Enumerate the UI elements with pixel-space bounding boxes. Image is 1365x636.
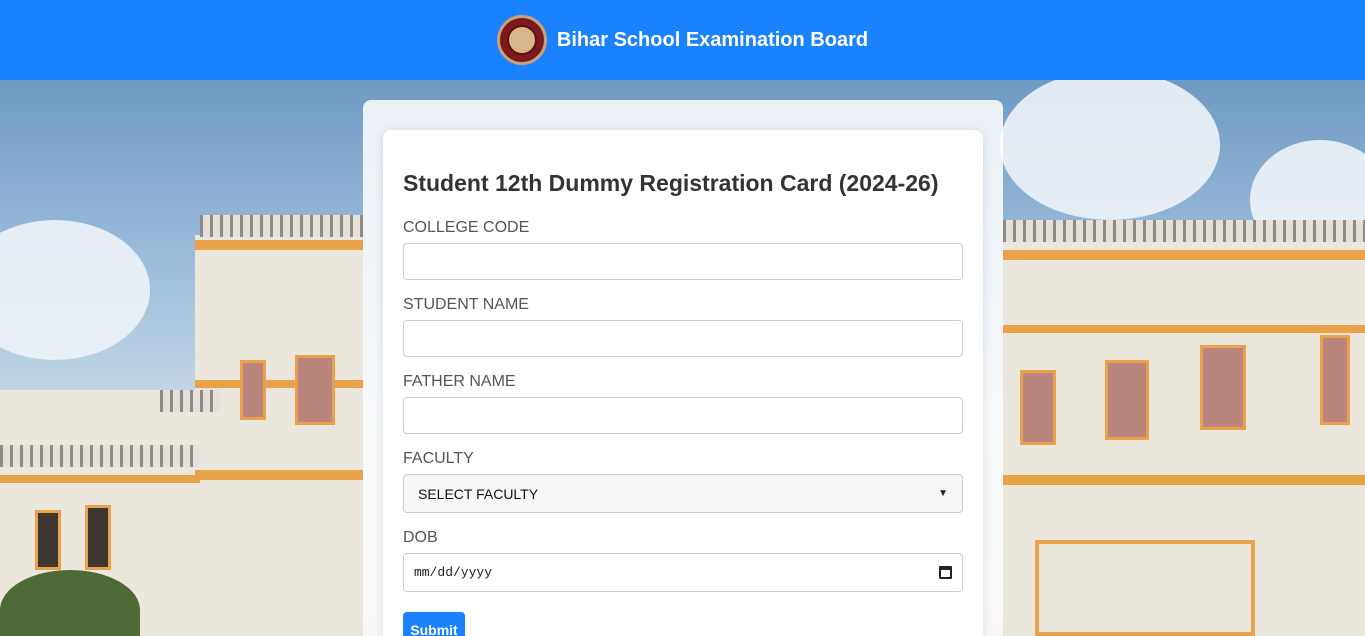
site-title: Bihar School Examination Board	[556, 28, 869, 51]
dob-input[interactable]: mm/dd/yyyy	[403, 553, 963, 592]
faculty-label: FACULTY	[403, 450, 474, 467]
faculty-selected-value: SELECT FACULTY	[418, 485, 539, 502]
form-panel: Student 12th Dummy Registration Card (20…	[363, 100, 1003, 636]
student-name-label: STUDENT NAME	[403, 296, 529, 313]
student-name-input[interactable]	[403, 320, 963, 357]
dob-placeholder: mm/dd/yyyy	[414, 565, 493, 580]
site-header: Bihar School Examination Board	[0, 0, 1365, 80]
dob-label: DOB	[403, 529, 438, 546]
chevron-down-icon: ▼	[938, 488, 948, 499]
father-name-label: FATHER NAME	[403, 373, 516, 390]
registration-card: Student 12th Dummy Registration Card (20…	[383, 130, 983, 636]
calendar-icon[interactable]	[939, 566, 952, 579]
college-code-input[interactable]	[403, 243, 963, 280]
bseb-emblem-icon	[496, 15, 547, 65]
submit-button[interactable]: Submit	[403, 612, 465, 636]
form-title: Student 12th Dummy Registration Card (20…	[403, 170, 939, 196]
college-code-label: COLLEGE CODE	[403, 219, 530, 236]
faculty-select[interactable]: SELECT FACULTY ▼	[403, 474, 963, 513]
father-name-input[interactable]	[403, 397, 963, 434]
